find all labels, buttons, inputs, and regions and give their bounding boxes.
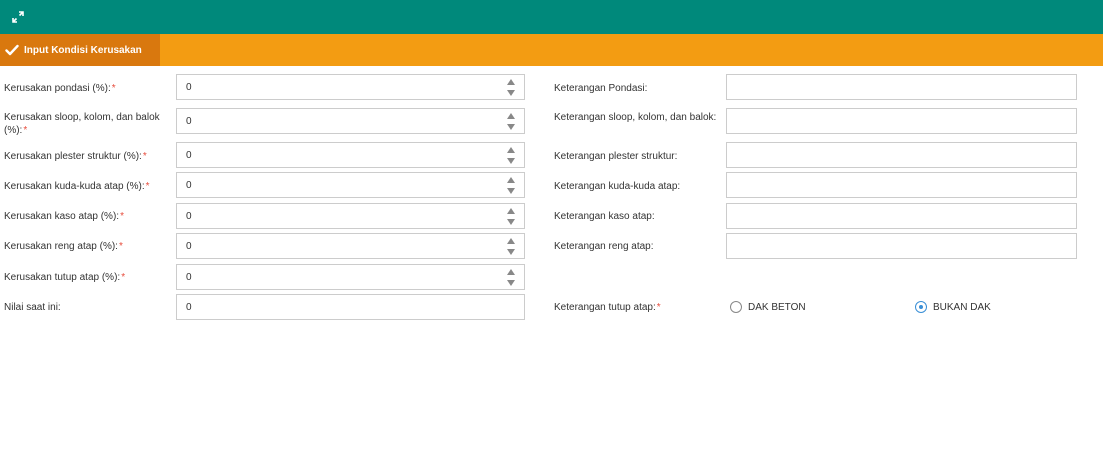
input-kerusakan-plester-struktur[interactable]: 0 [176, 142, 525, 168]
input-value: 0 [186, 116, 192, 127]
number-spinner[interactable] [507, 112, 516, 130]
label-keterangan-kaso-atap: Keterangan kaso atap: [554, 211, 655, 222]
radio-bukan-dak[interactable]: BUKAN DAK [915, 301, 991, 313]
tab-input-kondisi-kerusakan[interactable]: Input Kondisi Kerusakan [0, 34, 160, 66]
label-kerusakan-pondasi: Kerusakan pondasi (%):* [4, 83, 116, 94]
input-value: 0 [186, 211, 192, 222]
input-keterangan-plester-struktur[interactable] [726, 142, 1077, 168]
label-kerusakan-kaso-atap: Kerusakan kaso atap (%):* [4, 211, 124, 222]
label-keterangan-reng-atap: Keterangan reng atap: [554, 241, 654, 252]
label-kerusakan-sloop-kolom-balok: Kerusakan sloop, kolom, dan balok (%):* [4, 112, 160, 136]
input-value: 0 [186, 302, 192, 313]
input-nilai-saat-ini[interactable]: 0 [176, 294, 525, 320]
radio-checked-icon [915, 301, 927, 313]
label-keterangan-plester-struktur: Keterangan plester struktur: [554, 151, 678, 162]
expand-icon[interactable] [11, 10, 25, 24]
input-keterangan-reng-atap[interactable] [726, 233, 1077, 259]
label-keterangan-tutup-atap: Keterangan tutup atap:* [554, 302, 661, 313]
label-keterangan-sloop-kolom-balok: Keterangan sloop, kolom, dan balok: [554, 112, 717, 123]
radio-dak-beton[interactable]: DAK BETON [730, 301, 806, 313]
number-spinner[interactable] [507, 176, 516, 194]
input-kerusakan-pondasi[interactable]: 0 [176, 74, 525, 100]
input-value: 0 [186, 150, 192, 161]
input-keterangan-pondasi[interactable] [726, 74, 1077, 100]
number-spinner[interactable] [507, 146, 516, 164]
input-value: 0 [186, 82, 192, 93]
label-keterangan-kuda-kuda-atap: Keterangan kuda-kuda atap: [554, 181, 681, 192]
input-value: 0 [186, 272, 192, 283]
input-keterangan-kaso-atap[interactable] [726, 203, 1077, 229]
label-kerusakan-kuda-kuda-atap: Kerusakan kuda-kuda atap (%):* [4, 181, 150, 192]
number-spinner[interactable] [507, 78, 516, 96]
number-spinner[interactable] [507, 268, 516, 286]
input-value: 0 [186, 241, 192, 252]
radio-label: DAK BETON [748, 301, 806, 313]
input-kerusakan-reng-atap[interactable]: 0 [176, 233, 525, 259]
input-keterangan-sloop-kolom-balok[interactable] [726, 108, 1077, 134]
input-keterangan-kuda-kuda-atap[interactable] [726, 172, 1077, 198]
number-spinner[interactable] [507, 207, 516, 225]
input-kerusakan-tutup-atap[interactable]: 0 [176, 264, 525, 290]
tab-bar: Input Kondisi Kerusakan [0, 34, 1103, 66]
radio-label: BUKAN DAK [933, 301, 991, 313]
top-bar [0, 0, 1103, 34]
input-kerusakan-kuda-kuda-atap[interactable]: 0 [176, 172, 525, 198]
label-kerusakan-tutup-atap: Kerusakan tutup atap (%):* [4, 272, 126, 283]
label-keterangan-pondasi: Keterangan Pondasi: [554, 83, 648, 94]
label-kerusakan-plester-struktur: Kerusakan plester struktur (%):* [4, 151, 147, 162]
tab-label: Input Kondisi Kerusakan [24, 44, 142, 56]
check-icon [5, 44, 19, 56]
number-spinner[interactable] [507, 237, 516, 255]
input-kerusakan-kaso-atap[interactable]: 0 [176, 203, 525, 229]
label-nilai-saat-ini: Nilai saat ini: [4, 302, 61, 313]
label-kerusakan-reng-atap: Kerusakan reng atap (%):* [4, 241, 123, 252]
input-value: 0 [186, 180, 192, 191]
input-kerusakan-sloop-kolom-balok[interactable]: 0 [176, 108, 525, 134]
radio-unchecked-icon [730, 301, 742, 313]
